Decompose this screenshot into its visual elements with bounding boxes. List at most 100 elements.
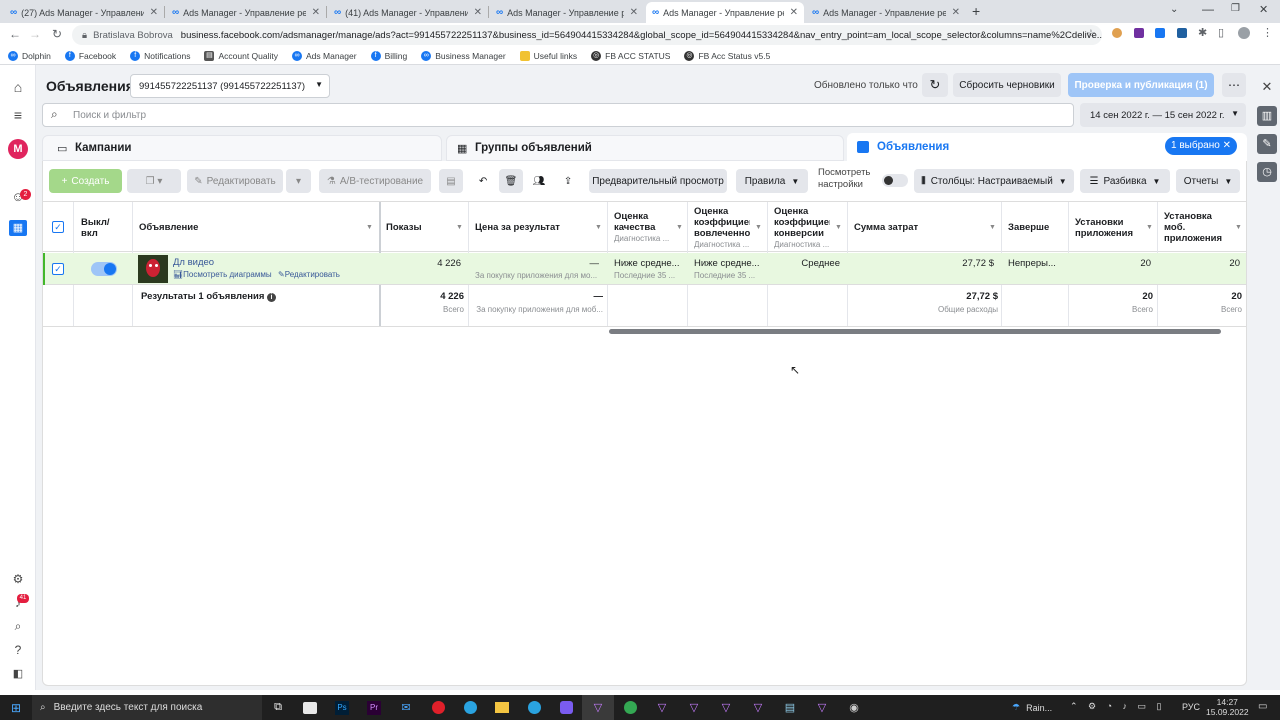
premiere-icon[interactable]: Pr [358, 695, 390, 720]
extension-icon[interactable] [1155, 28, 1165, 38]
taskbar-search-box[interactable]: ⌕ Введите здесь текст для поиска [32, 695, 262, 720]
settings-gear-icon[interactable]: ⚙ [9, 572, 27, 590]
close-icon[interactable]: ✕ [150, 7, 158, 18]
bookmark-item[interactable]: ∞ Dolphin [8, 50, 51, 61]
dolphin-icon[interactable] [550, 695, 582, 720]
photoshop-icon[interactable]: Ps [326, 695, 358, 720]
reload-icon[interactable]: ↻ [46, 27, 68, 41]
archive-button[interactable]: ▤ [439, 169, 463, 193]
clock[interactable]: 14:27 15.09.2022 [1206, 697, 1249, 717]
ads-manager-table-icon[interactable]: ▦ [9, 220, 27, 236]
close-window-icon[interactable]: ✕ [1259, 3, 1268, 16]
close-icon[interactable]: ✕ [630, 7, 638, 18]
ab-test-button[interactable]: ⚗ A/B-тестирование [319, 169, 431, 193]
sort-caret-icon[interactable]: ▼ [456, 224, 463, 231]
column-header-conversion[interactable]: ОценкакоэффициентконверсииДиагностика ..… [774, 206, 830, 250]
bookmark-star-icon[interactable]: ☆ [1086, 27, 1096, 40]
search-icon[interactable]: ⌕ [9, 619, 27, 637]
notepad-icon[interactable]: ▤ [774, 695, 806, 720]
mail-icon[interactable]: ✉ [390, 695, 422, 720]
bookmark-folder[interactable]: Useful links [519, 50, 577, 61]
browser-tab[interactable]: ∞ (41) Ads Manager - Управлени ✕ [328, 2, 488, 23]
bookmark-item[interactable]: ∞ Ads Manager [292, 50, 357, 61]
column-header-engagement[interactable]: ОценкакоэффициентвовлеченноДиагностика .… [694, 206, 750, 250]
bookmark-item[interactable]: f Billing [370, 50, 407, 61]
close-icon[interactable]: ✕ [474, 7, 482, 18]
browser-icon[interactable]: ▽ [646, 695, 678, 720]
history-clock-icon[interactable]: ◷ [1257, 162, 1277, 182]
close-icon[interactable]: ✕ [952, 7, 960, 18]
view-charts-link[interactable]: 📊︎Посмотреть диаграммы [173, 270, 272, 279]
close-icon[interactable]: ✕ [312, 7, 320, 18]
column-header-cost-per-result[interactable]: Цена за результат [475, 222, 560, 233]
sort-caret-icon[interactable]: ▼ [755, 224, 762, 231]
ad-on-off-toggle[interactable] [91, 262, 117, 276]
preview-button[interactable]: Предварительный просмотр [589, 169, 727, 193]
edit-ad-link[interactable]: ✎Редактировать [278, 270, 340, 279]
more-options-button[interactable]: ⋯ [1222, 73, 1246, 97]
columns-button[interactable]: ⦀ Столбцы: Настраиваемый ▼ [914, 169, 1074, 193]
bookmark-item[interactable]: ◎ FB ACC STATUS [591, 50, 670, 61]
system-tray-icons[interactable]: ⌃ ⚙ ◔ ♪ ▭ ▯ [1070, 701, 1166, 712]
close-panel-icon[interactable]: ✕ [1257, 77, 1277, 97]
view-settings-toggle[interactable] [882, 174, 908, 187]
bookmark-item[interactable]: ▤ Account Quality [204, 50, 278, 61]
back-icon[interactable]: ← [4, 27, 26, 41]
new-tab-icon[interactable]: + [972, 3, 980, 19]
menu-icon[interactable]: ⋮ [1262, 26, 1273, 39]
telegram-icon[interactable] [454, 695, 486, 720]
maximize-icon[interactable]: ❐ [1231, 3, 1240, 14]
telegram-icon[interactable] [518, 695, 550, 720]
browser-icon[interactable]: ▽ [806, 695, 838, 720]
ad-account-select[interactable]: 991455722251137 (991455722251137) ▼ [130, 74, 330, 98]
column-header-ad[interactable]: Объявление [139, 222, 198, 233]
browser-icon[interactable]: ▽ [710, 695, 742, 720]
date-range-picker[interactable]: 14 сен 2022 г. — 15 сен 2022 г. ▼ [1080, 103, 1246, 127]
column-header-toggle[interactable]: Выкл/вкл [81, 217, 110, 239]
sort-caret-icon[interactable]: ▼ [989, 224, 996, 231]
column-header-mobile-installs[interactable]: Установка моб. приложения [1164, 211, 1222, 244]
column-header-quality[interactable]: Оценка качества Диагностика ... [614, 211, 669, 244]
windows-start-icon[interactable]: ⊞ [0, 695, 32, 720]
edit-button[interactable]: ✎ Редактировать [187, 169, 283, 193]
url-field[interactable]: 🔒︎ Bratislava Bobrova business.facebook.… [72, 25, 1102, 45]
bookmark-item[interactable]: f Facebook [64, 50, 116, 61]
browser-tab[interactable]: ∞ Ads Manager - Управление рек ✕ [806, 2, 966, 23]
recorder-icon[interactable]: ◉ [838, 695, 870, 720]
create-button[interactable]: + Создать [49, 169, 122, 193]
puzzle-icon[interactable]: ✱ [1198, 26, 1207, 39]
undo-button[interactable]: ↶ [471, 169, 495, 193]
edit-dropdown-button[interactable]: ▾ [286, 169, 311, 193]
sort-caret-icon[interactable]: ▼ [1146, 224, 1153, 231]
task-view-icon[interactable]: ⧉ [262, 695, 294, 720]
rules-button[interactable]: Правила ▼ [736, 169, 808, 193]
pencil-icon[interactable]: ✎ [1257, 134, 1277, 154]
opera-icon[interactable] [422, 695, 454, 720]
audience-button[interactable]: 👥︎ [527, 169, 551, 193]
help-icon[interactable]: ? [9, 643, 27, 661]
refresh-button[interactable]: ↻ [922, 73, 948, 97]
browser-tab[interactable]: ∞ Ads Manager - Управление рек ✕ [166, 2, 326, 23]
row-checkbox[interactable]: ✓ [52, 263, 64, 275]
column-header-installs[interactable]: Установки приложения [1075, 217, 1133, 239]
breakdown-button[interactable]: ☰ Разбивка ▼ [1080, 169, 1170, 193]
sort-caret-icon[interactable]: ▼ [595, 224, 602, 231]
folder-icon[interactable] [486, 695, 518, 720]
delete-button[interactable]: 🗑︎ [499, 169, 523, 193]
chart-icon[interactable]: ▥ [1257, 106, 1277, 126]
column-header-ends[interactable]: Заверше [1008, 222, 1053, 233]
account-avatar[interactable]: M [8, 139, 28, 159]
close-icon[interactable]: ✕ [790, 7, 798, 18]
duplicate-button[interactable]: ❐ ▾ [127, 169, 181, 193]
sidepanel-icon[interactable]: ▯ [1218, 26, 1224, 39]
browser-tab-active[interactable]: ∞ Ads Manager - Управление рек ✕ [646, 2, 804, 23]
chrome-icon[interactable] [614, 695, 646, 720]
export-button[interactable]: ⇪ [556, 169, 580, 193]
browser-icon[interactable]: ▽ [742, 695, 774, 720]
ad-thumbnail[interactable] [138, 255, 168, 283]
weather-widget[interactable]: ☂ Rain... [1012, 695, 1052, 720]
discard-drafts-button[interactable]: Сбросить черновики [953, 73, 1061, 97]
app-icon[interactable] [294, 695, 326, 720]
clear-selection-icon[interactable]: ✕ [1223, 140, 1231, 151]
selected-badge[interactable]: 1 выбрано ✕ [1165, 137, 1237, 155]
